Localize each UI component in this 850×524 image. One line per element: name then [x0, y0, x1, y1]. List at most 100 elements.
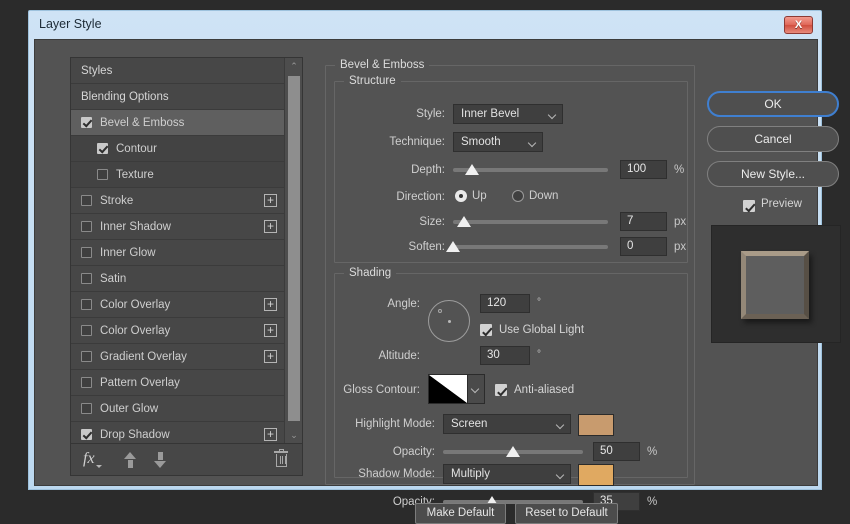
effect-checkbox[interactable] [81, 403, 92, 414]
arrow-down-icon[interactable] [153, 452, 168, 468]
angle-dial-handle[interactable] [438, 309, 442, 313]
anti-aliased-checkbox[interactable] [495, 384, 507, 396]
effect-checkbox[interactable] [81, 273, 92, 284]
highlight-opacity-input[interactable]: 50 [593, 442, 640, 461]
style-list-item[interactable]: Stroke + [71, 188, 285, 214]
chevron-down-icon[interactable]: ⌄ [285, 427, 303, 443]
chevron-down-icon [96, 465, 102, 468]
direction-up-label[interactable]: Up [472, 190, 487, 202]
arrow-up-icon[interactable] [123, 452, 138, 468]
chevron-down-icon [556, 421, 564, 429]
depth-input[interactable]: 100 [620, 160, 667, 179]
direction-up-radio[interactable] [455, 190, 467, 202]
effect-checkbox[interactable] [81, 195, 92, 206]
gloss-contour-dropdown[interactable] [468, 374, 485, 404]
style-list-item-label: Styles [81, 65, 112, 77]
effect-checkbox[interactable] [81, 429, 92, 440]
scrollbar-thumb[interactable] [288, 76, 300, 421]
new-style-button[interactable]: New Style... [707, 161, 839, 187]
style-list-item[interactable]: Color Overlay + [71, 292, 285, 318]
soften-label: Soften: [335, 241, 445, 253]
style-list-item[interactable]: Inner Shadow+ [71, 214, 285, 240]
size-input[interactable]: 7 [620, 212, 667, 231]
technique-select[interactable]: Smooth [453, 132, 543, 152]
add-effect-icon[interactable]: + [264, 350, 277, 363]
depth-label: Depth: [335, 164, 445, 176]
direction-down-radio[interactable] [512, 190, 524, 202]
style-list-item: Styles [71, 58, 285, 84]
effect-checkbox[interactable] [81, 299, 92, 310]
highlight-mode-select[interactable]: Screen [443, 414, 571, 434]
effect-checkbox[interactable] [81, 117, 92, 128]
style-list-item-label: Pattern Overlay [100, 377, 180, 389]
reset-to-default-button[interactable]: Reset to Default [515, 503, 618, 524]
add-effect-icon[interactable]: + [264, 324, 277, 337]
shadow-color-swatch[interactable] [578, 464, 614, 486]
style-list-item[interactable]: Outer Glow [71, 396, 285, 422]
technique-label: Technique: [335, 136, 445, 148]
preview-label[interactable]: Preview [761, 198, 802, 210]
effect-checkbox[interactable] [81, 351, 92, 362]
size-slider-thumb[interactable] [457, 216, 471, 227]
direction-down-label[interactable]: Down [529, 190, 558, 202]
fx-icon[interactable]: fx [83, 450, 95, 468]
chevron-up-icon[interactable]: ⌃ [285, 58, 303, 74]
dialog-body: StylesBlending OptionsBevel & EmbossCont… [34, 39, 818, 486]
soften-input[interactable]: 0 [620, 237, 667, 256]
styles-panel: Styles Blending OptionsBevel & EmbossCont… [70, 57, 303, 444]
shading-group: Shading Angle: 120 ° Use Global Light [334, 273, 688, 478]
effect-checkbox[interactable] [81, 325, 92, 336]
make-default-button[interactable]: Make Default [415, 503, 506, 524]
style-list-item-label: Outer Glow [100, 403, 158, 415]
style-list-item[interactable]: Satin [71, 266, 285, 292]
use-global-light-checkbox[interactable] [480, 324, 492, 336]
add-effect-icon[interactable]: + [264, 220, 277, 233]
style-select[interactable]: Inner Bevel [453, 104, 563, 124]
fx-label: fx [83, 450, 95, 467]
size-slider-track[interactable] [453, 220, 608, 224]
style-list-item[interactable]: Gradient Overlay+ [71, 344, 285, 370]
effect-checkbox[interactable] [81, 221, 92, 232]
style-list-item[interactable]: Bevel & Emboss [71, 110, 285, 136]
use-global-light-label[interactable]: Use Global Light [499, 324, 584, 336]
style-list-item[interactable]: Drop Shadow+ [71, 422, 285, 443]
effect-checkbox[interactable] [81, 377, 92, 388]
shadow-opacity-unit: % [647, 496, 657, 508]
effect-checkbox[interactable] [97, 169, 108, 180]
style-list-item-label: Color Overlay [100, 299, 170, 311]
angle-input[interactable]: 120 [480, 294, 530, 313]
close-button[interactable]: X [784, 16, 813, 34]
style-list-item: Blending Options [71, 84, 285, 110]
style-list-item[interactable]: Inner Glow [71, 240, 285, 266]
close-icon: X [795, 20, 802, 31]
gloss-contour-swatch[interactable] [428, 374, 468, 404]
bevel-emboss-legend: Bevel & Emboss [335, 59, 429, 71]
style-list-item-label: Stroke [100, 195, 133, 207]
shadow-mode-select[interactable]: Multiply [443, 464, 571, 484]
highlight-opacity-thumb[interactable] [506, 446, 520, 457]
styles-scrollbar[interactable]: ⌃ ⌄ [284, 58, 302, 443]
style-list-item[interactable]: Texture [71, 162, 285, 188]
highlight-color-swatch[interactable] [578, 414, 614, 436]
chevron-down-icon [528, 139, 536, 147]
shadow-mode-label: Shadow Mode: [335, 468, 435, 480]
style-list-item[interactable]: Color Overlay + [71, 318, 285, 344]
size-label: Size: [335, 216, 445, 228]
add-effect-icon[interactable]: + [264, 194, 277, 207]
add-effect-icon[interactable]: + [264, 298, 277, 311]
anti-aliased-label[interactable]: Anti-aliased [514, 384, 574, 396]
soften-slider-track[interactable] [453, 245, 608, 249]
preview-checkbox[interactable] [743, 200, 755, 212]
style-list-item-label: Color Overlay [100, 325, 170, 337]
add-effect-icon[interactable]: + [264, 428, 277, 441]
effect-checkbox[interactable] [97, 143, 108, 154]
trash-icon[interactable] [274, 451, 288, 468]
style-list-item[interactable]: Contour [71, 136, 285, 162]
cancel-button[interactable]: Cancel [707, 126, 839, 152]
altitude-input[interactable]: 30 [480, 346, 530, 365]
ok-button[interactable]: OK [707, 91, 839, 117]
soften-slider-thumb[interactable] [446, 241, 460, 252]
effect-checkbox[interactable] [81, 247, 92, 258]
depth-slider-thumb[interactable] [465, 164, 479, 175]
style-list-item[interactable]: Pattern Overlay [71, 370, 285, 396]
